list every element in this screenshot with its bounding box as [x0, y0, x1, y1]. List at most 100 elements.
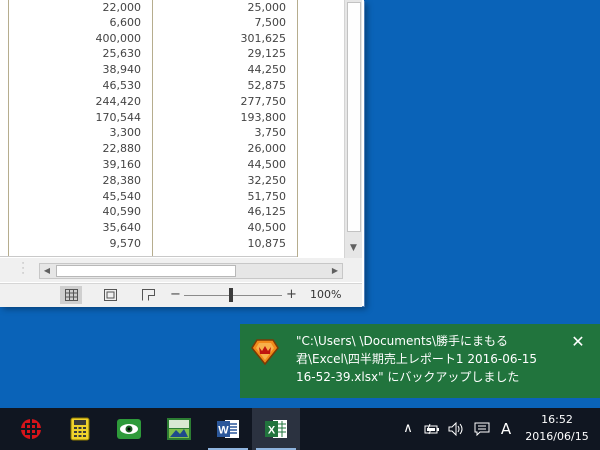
table-row[interactable]: 39,160 44,500	[0, 157, 344, 172]
table-row[interactable]: 35,640 40,500	[0, 220, 344, 235]
cell-value-a[interactable]: 9,570	[0, 236, 142, 251]
clock[interactable]: 16:52 2016/06/15	[522, 411, 592, 445]
cell-value-a[interactable]: 400,000	[0, 31, 142, 46]
action-center-icon[interactable]	[472, 408, 492, 450]
cell-value-a[interactable]: 170,544	[0, 110, 142, 125]
cell-value-a[interactable]: 45,540	[0, 189, 142, 204]
page-break-icon	[141, 289, 155, 301]
table-row[interactable]: 6,600 7,500	[0, 15, 344, 30]
table-row[interactable]: 46,530 52,875	[0, 78, 344, 93]
taskbar-app-eye-viewer[interactable]	[104, 408, 152, 450]
clock-date: 2016/06/15	[525, 430, 589, 443]
svg-text:W: W	[218, 425, 229, 437]
horizontal-scrollbar[interactable]: ◀ ▶	[39, 263, 343, 279]
zoom-slider-thumb[interactable]	[229, 288, 233, 302]
table-row[interactable]: 400,000 301,625	[0, 31, 344, 46]
taskbar-app-word[interactable]: W	[204, 408, 252, 450]
cell-value-b[interactable]: 25,000	[150, 0, 287, 15]
table-row[interactable]: 38,940 44,250	[0, 62, 344, 77]
eye-viewer-app-icon	[117, 419, 141, 439]
scroll-down-arrow-icon[interactable]: ▼	[345, 240, 362, 257]
cell-value-b[interactable]: 301,625	[150, 31, 287, 46]
page-break-view-button[interactable]	[137, 286, 159, 304]
cell-value-a[interactable]: 39,160	[0, 157, 142, 172]
cell-value-b[interactable]: 40,500	[150, 220, 287, 235]
svg-text:X: X	[268, 425, 276, 437]
cell-value-b[interactable]: 44,250	[150, 62, 287, 77]
cell-value-a[interactable]: 40,590	[0, 204, 142, 219]
cell-value-a[interactable]: 25,630	[0, 46, 142, 61]
zoom-out-button[interactable]: −	[170, 286, 181, 304]
taskbar-app-image[interactable]	[154, 408, 202, 450]
cell-value-b[interactable]: 32,250	[150, 173, 287, 188]
image-app-icon	[167, 418, 191, 440]
tab-split-handle-icon[interactable]: · · ·	[18, 260, 28, 279]
gridline	[0, 256, 297, 257]
normal-view-button[interactable]	[60, 286, 82, 304]
cell-value-a[interactable]: 6,600	[0, 15, 142, 30]
calculator-app-icon	[70, 417, 90, 441]
cell-value-b[interactable]: 10,875	[150, 236, 287, 251]
zoom-slider[interactable]	[184, 295, 282, 296]
battery-icon[interactable]	[422, 408, 442, 450]
excel-window: 22,000 25,000 6,600 7,500 400,000 301,625 2…	[0, 0, 364, 307]
horizontal-scroll-thumb[interactable]	[56, 265, 236, 277]
backup-notification-toast[interactable]: "C:\Users\ \Documents\勝手にまもる 君\Excel\四半期…	[240, 324, 600, 398]
scroll-left-arrow-icon[interactable]: ◀	[40, 264, 54, 278]
app-shield-icon	[251, 339, 279, 366]
scroll-right-arrow-icon[interactable]: ▶	[328, 264, 342, 278]
normal-view-icon	[64, 289, 78, 301]
cell-value-a[interactable]: 22,000	[0, 0, 142, 15]
cell-value-a[interactable]: 46,530	[0, 78, 142, 93]
table-row[interactable]: 170,544 193,800	[0, 110, 344, 125]
cell-value-b[interactable]: 46,125	[150, 204, 287, 219]
cell-value-b[interactable]: 7,500	[150, 15, 287, 30]
cell-value-b[interactable]: 26,000	[150, 141, 287, 156]
vertical-scrollbar[interactable]: ▼	[344, 0, 362, 258]
zoom-level[interactable]: 100%	[310, 286, 341, 304]
table-row[interactable]: 22,000 25,000	[0, 0, 344, 15]
page-layout-icon	[103, 289, 117, 301]
page-layout-view-button[interactable]	[99, 286, 121, 304]
table-row[interactable]: 45,540 51,750	[0, 189, 344, 204]
table-row[interactable]: 244,420 277,750	[0, 94, 344, 109]
show-hidden-icons-chevron-icon[interactable]: ∧	[398, 408, 418, 450]
taskbar-app-excel[interactable]: X	[252, 408, 300, 450]
taskbar: W X ∧ A 16:52 2016/06/15	[0, 408, 600, 450]
notification-line: 君\Excel\四半期売上レポート1 2016-06-15	[296, 352, 538, 366]
cell-value-a[interactable]: 38,940	[0, 62, 142, 77]
notification-message: "C:\Users\ \Documents\勝手にまもる 君\Excel\四半期…	[296, 332, 566, 386]
status-bar: − + 100%	[0, 283, 362, 307]
cell-value-a[interactable]: 244,420	[0, 94, 142, 109]
cell-value-b[interactable]: 277,750	[150, 94, 287, 109]
ime-mode-indicator[interactable]: A	[496, 408, 516, 450]
red-security-app-icon	[21, 419, 41, 439]
worksheet-grid[interactable]: 22,000 25,000 6,600 7,500 400,000 301,625 2…	[0, 0, 344, 257]
table-row[interactable]: 9,570 10,875	[0, 236, 344, 251]
cell-value-b[interactable]: 52,875	[150, 78, 287, 93]
table-row[interactable]: 3,300 3,750	[0, 125, 344, 140]
taskbar-app-red-security[interactable]	[6, 408, 54, 450]
table-row[interactable]: 28,380 32,250	[0, 173, 344, 188]
cell-value-b[interactable]: 51,750	[150, 189, 287, 204]
table-row[interactable]: 40,590 46,125	[0, 204, 344, 219]
table-row[interactable]: 22,880 26,000	[0, 141, 344, 156]
cell-value-b[interactable]: 29,125	[150, 46, 287, 61]
volume-icon[interactable]	[446, 408, 468, 450]
taskbar-app-calculator[interactable]	[56, 408, 104, 450]
close-icon[interactable]: ✕	[570, 334, 586, 350]
notification-line: "C:\Users\ \Documents\勝手にまもる	[296, 334, 508, 348]
excel-icon: X	[265, 420, 287, 438]
cell-value-a[interactable]: 22,880	[0, 141, 142, 156]
cell-value-a[interactable]: 35,640	[0, 220, 142, 235]
cell-value-a[interactable]: 28,380	[0, 173, 142, 188]
table-row[interactable]: 25,630 29,125	[0, 46, 344, 61]
cell-value-b[interactable]: 3,750	[150, 125, 287, 140]
word-icon: W	[217, 420, 239, 438]
clock-time: 16:52	[541, 413, 573, 426]
cell-value-b[interactable]: 44,500	[150, 157, 287, 172]
cell-value-a[interactable]: 3,300	[0, 125, 142, 140]
zoom-in-button[interactable]: +	[286, 286, 297, 304]
cell-value-b[interactable]: 193,800	[150, 110, 287, 125]
vertical-scroll-thumb[interactable]	[347, 2, 361, 232]
